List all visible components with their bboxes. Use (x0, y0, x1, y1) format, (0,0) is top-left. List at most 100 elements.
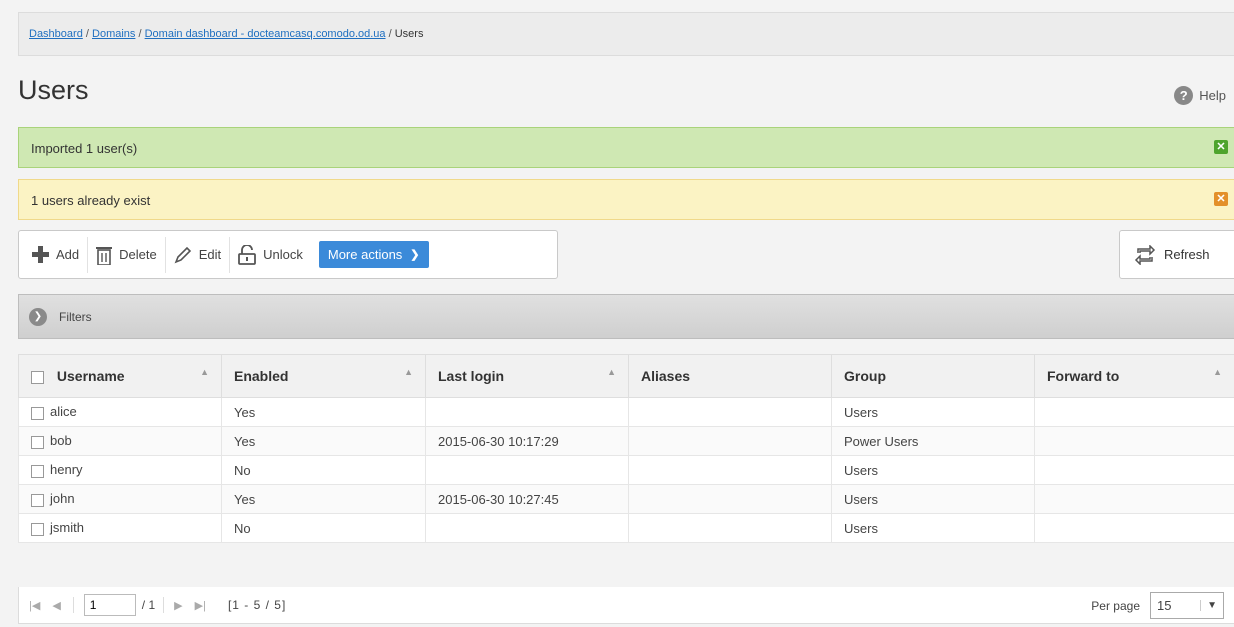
username-cell: jsmith (50, 520, 84, 536)
pencil-icon (174, 246, 191, 263)
last-login-cell (425, 455, 629, 485)
aliases-cell (628, 426, 832, 456)
unlock-button-label: Unlock (263, 247, 303, 262)
trash-icon (96, 246, 113, 265)
aliases-cell (628, 455, 832, 485)
success-alert: Imported 1 user(s) ✕ (18, 127, 1234, 168)
breadcrumb-domains-link[interactable]: Domains (92, 28, 135, 40)
edit-button-label: Edit (198, 247, 222, 262)
success-alert-text: Imported 1 user(s) (31, 141, 138, 156)
chevron-down-icon: ❯ (410, 249, 420, 261)
per-page-control: Per page 15 ▼ (1091, 592, 1224, 619)
close-icon[interactable]: ✕ (1214, 192, 1228, 206)
last-login-cell (425, 397, 629, 427)
table-header-row: Username ▲ Enabled ▲ Last login ▲ Aliase… (18, 354, 1234, 398)
breadcrumb: Dashboard / Domains / Domain dashboard -… (18, 12, 1234, 56)
expand-arrow-icon: ❯ (29, 307, 47, 326)
enabled-cell: Yes (221, 484, 426, 514)
chevron-down-icon: ▼ (1200, 600, 1217, 611)
forward-to-cell (1034, 426, 1234, 456)
sort-arrow-icon: ▲ (607, 367, 616, 377)
last-login-cell: 2015-06-30 10:17:29 (425, 426, 629, 456)
page-title: Users (18, 75, 89, 105)
delete-button[interactable]: Delete (88, 236, 166, 273)
enabled-cell: No (221, 513, 426, 543)
aliases-cell (628, 397, 832, 427)
group-cell: Users (831, 397, 1035, 427)
group-cell: Users (831, 513, 1035, 543)
enabled-cell: Yes (221, 397, 426, 427)
column-last-login[interactable]: Last login ▲ (425, 354, 629, 398)
per-page-label: Per page (1091, 598, 1140, 613)
unlock-button[interactable]: Unlock (230, 237, 311, 273)
next-page-icon[interactable]: ▶ (174, 599, 182, 612)
sort-arrow-icon: ▲ (200, 367, 209, 377)
group-cell: Users (831, 484, 1035, 514)
plus-icon (32, 246, 49, 263)
table-row[interactable]: john Yes 2015-06-30 10:27:45 Users (18, 484, 1234, 514)
refresh-icon (1134, 244, 1156, 265)
row-checkbox[interactable] (31, 435, 44, 449)
users-table: Username ▲ Enabled ▲ Last login ▲ Aliase… (18, 354, 1234, 543)
row-checkbox[interactable] (31, 522, 44, 536)
username-cell: john (50, 491, 75, 507)
enabled-cell: No (221, 455, 426, 485)
more-actions-button[interactable]: More actions ❯ (318, 241, 429, 268)
sort-arrow-icon: ▲ (1213, 367, 1222, 377)
page-count: / 1 (141, 598, 156, 612)
table-row[interactable]: jsmith No Users (18, 513, 1234, 543)
column-aliases[interactable]: Aliases (628, 354, 832, 398)
unlock-icon (238, 244, 257, 265)
delete-button-label: Delete (119, 247, 157, 262)
forward-to-cell (1034, 513, 1234, 543)
enabled-cell: Yes (221, 426, 426, 456)
breadcrumb-current: Users (394, 28, 424, 40)
forward-to-cell (1034, 484, 1234, 514)
refresh-button-label: Refresh (1164, 247, 1210, 262)
add-button-label: Add (56, 247, 80, 262)
help-label: Help (1199, 88, 1226, 103)
forward-to-cell (1034, 397, 1234, 427)
row-checkbox[interactable] (31, 464, 44, 478)
warning-alert: 1 users already exist ✕ (18, 179, 1234, 220)
page-number-input[interactable] (83, 594, 136, 616)
close-icon[interactable]: ✕ (1214, 140, 1228, 154)
row-checkbox[interactable] (31, 493, 44, 507)
aliases-cell (628, 484, 832, 514)
record-range: [1 - 5 / 5] (227, 598, 287, 612)
last-login-cell: 2015-06-30 10:27:45 (425, 484, 629, 514)
refresh-button[interactable]: Refresh (1119, 230, 1234, 279)
help-link[interactable]: ? Help (1174, 86, 1226, 105)
add-button[interactable]: Add (24, 236, 89, 273)
pagination-bar: |◀ ◀ / 1 ▶ ▶| [1 - 5 / 5] Per page 15 ▼ (18, 587, 1234, 624)
previous-page-icon[interactable]: ◀ (52, 599, 60, 612)
table-row[interactable]: bob Yes 2015-06-30 10:17:29 Power Users (18, 426, 1234, 456)
help-icon: ? (1174, 86, 1194, 105)
breadcrumb-dashboard-link[interactable]: Dashboard (29, 28, 83, 40)
breadcrumb-domain-dashboard-link[interactable]: Domain dashboard - docteamcasq.comodo.od… (145, 28, 386, 40)
per-page-select[interactable]: 15 ▼ (1150, 592, 1224, 619)
first-page-icon[interactable]: |◀ (29, 599, 40, 612)
more-actions-label: More actions (327, 247, 403, 262)
filters-label: Filters (59, 309, 92, 324)
edit-button[interactable]: Edit (166, 236, 231, 273)
last-login-cell (425, 513, 629, 543)
column-group[interactable]: Group (831, 354, 1035, 398)
last-page-icon[interactable]: ▶| (195, 599, 206, 612)
filters-panel-toggle[interactable]: ❯ Filters (18, 294, 1234, 339)
username-cell: henry (50, 462, 83, 478)
action-toolbar: Add Delete Edit Unlock More actions ❯ (18, 230, 558, 279)
group-cell: Power Users (831, 426, 1035, 456)
username-cell: bob (50, 433, 72, 449)
group-cell: Users (831, 455, 1035, 485)
table-row[interactable]: alice Yes Users (18, 397, 1234, 427)
forward-to-cell (1034, 455, 1234, 485)
column-enabled[interactable]: Enabled ▲ (221, 354, 426, 398)
select-all-checkbox[interactable] (31, 370, 44, 384)
column-username[interactable]: Username ▲ (18, 354, 222, 398)
sort-arrow-icon: ▲ (404, 367, 413, 377)
username-cell: alice (50, 404, 77, 420)
table-row[interactable]: henry No Users (18, 455, 1234, 485)
row-checkbox[interactable] (31, 406, 44, 420)
column-forward-to[interactable]: Forward to ▲ (1034, 354, 1234, 398)
